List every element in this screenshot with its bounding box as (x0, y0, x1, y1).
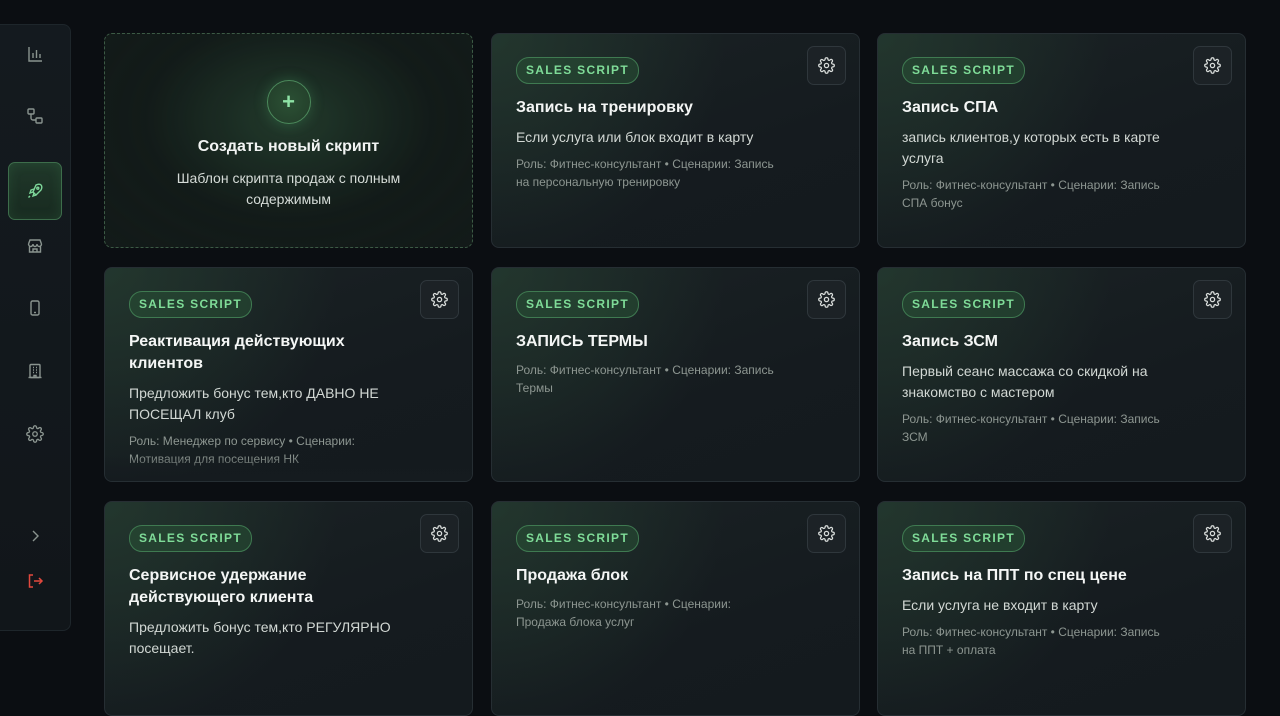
script-meta: Роль: Менеджер по сервису • Сценарии: Мо… (129, 434, 355, 466)
sidebar-item-mobile[interactable] (8, 279, 62, 337)
script-title: Продажа блок (516, 567, 628, 584)
script-card[interactable]: SALES SCRIPT Запись на ППТ по спец цене … (877, 501, 1246, 716)
script-card[interactable]: SALES SCRIPT ЗАПИСЬ ТЕРМЫ Роль: Фитнес-к… (491, 267, 860, 482)
script-title: Запись на ППТ по спец цене (902, 567, 1127, 584)
script-meta: Роль: Фитнес-консультант • Сценарии: Зап… (516, 157, 774, 189)
script-title: Реактивация действующих клиентов (129, 333, 345, 372)
script-card[interactable]: SALES SCRIPT Сервисное удержание действу… (104, 501, 473, 716)
rocket-icon (28, 183, 43, 198)
script-type-badge: SALES SCRIPT (902, 57, 1025, 84)
script-description: Предложить бонус тем,кто ДАВНО НЕ ПОСЕЩА… (129, 385, 379, 422)
script-title: Сервисное удержание действующего клиента (129, 567, 314, 606)
sidebar-item-scripts[interactable] (8, 162, 62, 220)
script-card[interactable]: SALES SCRIPT Запись СПА запись клиентов,… (877, 33, 1246, 248)
script-type-badge: SALES SCRIPT (129, 291, 252, 318)
create-script-card[interactable]: + Создать новый скрипт Шаблон скрипта пр… (104, 33, 473, 248)
add-script-button[interactable]: + (266, 80, 311, 124)
gear-icon (1204, 525, 1221, 542)
script-type-badge: SALES SCRIPT (902, 525, 1025, 552)
script-meta: Роль: Фитнес-консультант • Сценарии: Зап… (902, 178, 1160, 210)
script-description: Если услуга или блок входит в карту (516, 129, 754, 145)
script-description: запись клиентов,у которых есть в карте у… (902, 129, 1160, 166)
gear-icon (818, 291, 835, 308)
card-settings-button[interactable] (1193, 46, 1232, 85)
card-settings-button[interactable] (1193, 280, 1232, 319)
gear-icon (1204, 57, 1221, 74)
script-type-badge: SALES SCRIPT (516, 291, 639, 318)
create-script-subtitle: Шаблон скрипта продаж с полным содержимы… (176, 170, 401, 207)
gear-icon (1204, 291, 1221, 308)
script-title: ЗАПИСЬ ТЕРМЫ (516, 333, 648, 350)
script-meta: Роль: Фитнес-консультант • Сценарии: Зап… (516, 363, 774, 395)
script-type-badge: SALES SCRIPT (129, 525, 252, 552)
script-card[interactable]: SALES SCRIPT Запись на тренировку Если у… (491, 33, 860, 248)
script-card[interactable]: SALES SCRIPT Запись ЗСМ Первый сеанс мас… (877, 267, 1246, 482)
card-settings-button[interactable] (807, 46, 846, 85)
script-description: Первый сеанс массажа со скидкой на знако… (902, 363, 1148, 400)
script-title: Запись на тренировку (516, 99, 693, 116)
gear-icon (818, 57, 835, 74)
script-description: Если услуга не входит в карту (902, 597, 1098, 613)
gear-icon (818, 525, 835, 542)
sidebar-item-settings[interactable] (8, 405, 62, 463)
script-meta: Роль: Фитнес-консультант • Сценарии: Про… (516, 597, 731, 629)
gear-icon (26, 425, 44, 443)
script-card[interactable]: SALES SCRIPT Реактивация действующих кли… (104, 267, 473, 482)
script-type-badge: SALES SCRIPT (516, 525, 639, 552)
script-description: Предложить бонус тем,кто РЕГУЛЯРНО посещ… (129, 619, 391, 656)
script-title: Запись ЗСМ (902, 333, 998, 350)
store-icon (27, 239, 43, 253)
chart-icon (28, 47, 42, 62)
card-settings-button[interactable] (807, 280, 846, 319)
card-settings-button[interactable] (1193, 514, 1232, 553)
card-settings-button[interactable] (807, 514, 846, 553)
chevron-right-icon (32, 530, 39, 542)
logout-icon (28, 574, 44, 588)
sidebar-item-workflows[interactable] (8, 87, 62, 145)
workflow-icon (27, 108, 43, 124)
logout-button[interactable] (8, 552, 62, 610)
card-settings-button[interactable] (420, 514, 459, 553)
card-settings-button[interactable] (420, 280, 459, 319)
create-script-title: Создать новый скрипт (197, 138, 380, 155)
sidebar-item-company[interactable] (8, 342, 62, 400)
gear-icon (431, 291, 448, 308)
building-icon (28, 363, 42, 379)
sidebar (0, 24, 71, 631)
script-card[interactable]: SALES SCRIPT Продажа блок Роль: Фитнес-к… (491, 501, 860, 716)
phone-icon (30, 300, 40, 316)
script-type-badge: SALES SCRIPT (516, 57, 639, 84)
script-meta: Роль: Фитнес-консультант • Сценарии: Зап… (902, 412, 1160, 444)
script-title: Запись СПА (902, 99, 999, 116)
gear-icon (431, 525, 448, 542)
script-type-badge: SALES SCRIPT (902, 291, 1025, 318)
script-meta: Роль: Фитнес-консультант • Сценарии: Зап… (902, 625, 1160, 657)
sidebar-item-analytics[interactable] (8, 25, 62, 83)
sidebar-item-store[interactable] (8, 217, 62, 275)
